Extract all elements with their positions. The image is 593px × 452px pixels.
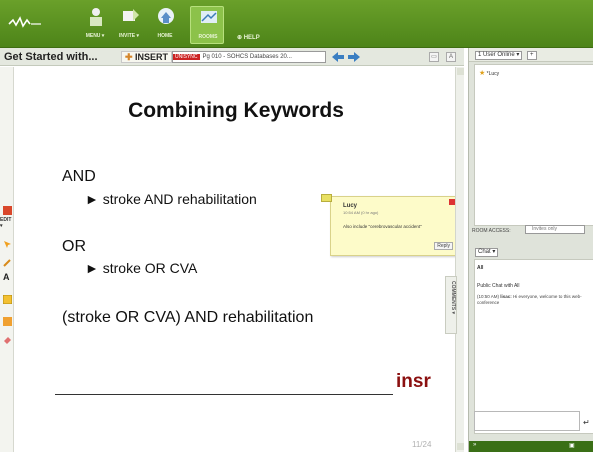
insert-label: INSERT: [135, 52, 169, 62]
slide-or-bullet: ► stroke OR CVA: [85, 260, 198, 276]
reply-button[interactable]: Reply: [434, 242, 453, 250]
text-size-icon[interactable]: A: [446, 52, 456, 62]
comments-tab-label: COMMENTS ▾: [450, 281, 456, 315]
slide-and-bullet: ► stroke AND rehabilitation: [85, 191, 257, 207]
trash-icon[interactable]: ▭: [429, 52, 439, 62]
slide-scrollbar[interactable]: [455, 67, 464, 452]
star-icon: ★: [479, 70, 486, 77]
close-tools-icon[interactable]: [3, 206, 12, 215]
slide-page-number: 11/24: [412, 440, 432, 449]
app-logo-icon: [8, 16, 41, 28]
app-window: MENU ▾ INVITE ▾ HOME ROOMS ⊕ HELP Get St…: [0, 0, 593, 452]
chat-public-label: Public Chat with All: [477, 283, 520, 289]
home-icon: [158, 8, 174, 24]
chat-recipient[interactable]: All: [477, 265, 483, 271]
slide-and-heading: AND: [62, 168, 96, 185]
presentation-header: Get Started with... ✚ INSERT UNISYNC Pg 0…: [0, 48, 464, 66]
highlighter-tool-icon[interactable]: [3, 295, 12, 304]
slide-or-heading: OR: [62, 238, 86, 255]
room-access-label: ROOM ACCESS:: [472, 228, 511, 234]
comment-author: Lucy: [343, 203, 358, 209]
home-button[interactable]: HOME: [148, 6, 182, 44]
comment-marker-icon[interactable]: [321, 194, 332, 202]
comment-popup[interactable]: Lucy 10:54 AM (0 hr ago) Also include "c…: [321, 194, 458, 256]
invite-icon: [123, 9, 139, 21]
menu-button-label: MENU ▾: [85, 33, 105, 39]
insert-button[interactable]: ✚ INSERT: [121, 51, 173, 63]
edit-toolbar: EDIT ▾ A: [0, 67, 14, 452]
rooms-button-label: ROOMS: [198, 34, 218, 40]
rooms-icon: [201, 11, 217, 23]
scroll-up-icon[interactable]: [457, 68, 464, 75]
comment-time: 10:54 AM (0 hr ago): [343, 210, 379, 215]
pen-tool-icon[interactable]: [3, 258, 12, 267]
document-tag: UNISYNC: [173, 54, 200, 60]
chat-input[interactable]: [474, 411, 580, 431]
slide-divider-line: [55, 394, 393, 395]
list-item[interactable]: ★ *Lucy: [479, 69, 499, 77]
slide-combined-query: (stroke OR CVA) AND rehabilitation: [62, 309, 314, 326]
presentation-pane: Get Started with... ✚ INSERT UNISYNC Pg 0…: [0, 48, 464, 452]
comment-body: Also include "cerebrovascular accident": [343, 224, 422, 229]
chat-message-time: (10:50 AM): [477, 294, 500, 299]
slide-footer-text: insr: [396, 371, 431, 392]
comments-tab[interactable]: COMMENTS ▾: [445, 276, 457, 334]
users-header: 1 User Online ▾ +: [469, 48, 593, 62]
chat-message: (10:50 AM) lisac: Hi everyone, welcome t…: [477, 294, 593, 306]
settings-icon[interactable]: ▣: [569, 442, 575, 449]
room-access-select[interactable]: Invites only: [525, 225, 585, 234]
chat-message-author: lisac:: [500, 294, 512, 299]
plus-icon: ✚: [125, 52, 136, 62]
chat-dropdown[interactable]: Chat ▾: [475, 248, 499, 257]
invite-button[interactable]: INVITE ▾: [112, 6, 146, 44]
side-panel: 1 User Online ▾ + ★ *Lucy ROOM ACCESS: I…: [468, 48, 593, 452]
note-tool-icon[interactable]: [3, 317, 12, 326]
slide-canvas: Combining Keywords AND ► stroke AND reha…: [28, 67, 456, 452]
menu-icon: [90, 8, 102, 26]
rooms-button[interactable]: ROOMS: [190, 6, 224, 44]
main-toolbar: MENU ▾ INVITE ▾ HOME ROOMS ⊕ HELP: [0, 0, 593, 48]
slide-title: Combining Keywords: [128, 99, 344, 122]
add-user-button[interactable]: +: [527, 51, 537, 60]
eraser-tool-icon[interactable]: [3, 335, 12, 344]
scroll-down-icon[interactable]: [457, 443, 464, 450]
chat-panel: All Public Chat with All (10:50 AM) lisa…: [474, 259, 593, 434]
send-icon[interactable]: ↵: [583, 418, 590, 427]
menu-button[interactable]: MENU ▾: [78, 6, 112, 44]
edit-menu[interactable]: EDIT ▾: [0, 217, 13, 229]
help-link[interactable]: ⊕ HELP: [237, 34, 260, 41]
bottom-bar: » ▣: [469, 441, 593, 452]
collapse-icon[interactable]: »: [473, 442, 476, 448]
user-name: *Lucy: [486, 71, 500, 77]
home-button-label: HOME: [157, 33, 173, 39]
next-page-icon[interactable]: [347, 51, 361, 63]
users-list: ★ *Lucy: [474, 64, 593, 226]
pointer-tool-icon[interactable]: [3, 240, 12, 249]
invite-button-label: INVITE ▾: [118, 33, 139, 39]
presentation-title: Get Started with...: [4, 51, 98, 63]
previous-page-icon[interactable]: [331, 51, 345, 63]
text-tool-icon[interactable]: A: [3, 273, 12, 282]
document-select[interactable]: UNISYNC Pg 010 - SOHCS Databases 20...: [172, 51, 326, 63]
users-online-dropdown[interactable]: 1 User Online ▾: [475, 51, 523, 60]
document-select-value: Pg 010 - SOHCS Databases 20...: [202, 54, 292, 60]
